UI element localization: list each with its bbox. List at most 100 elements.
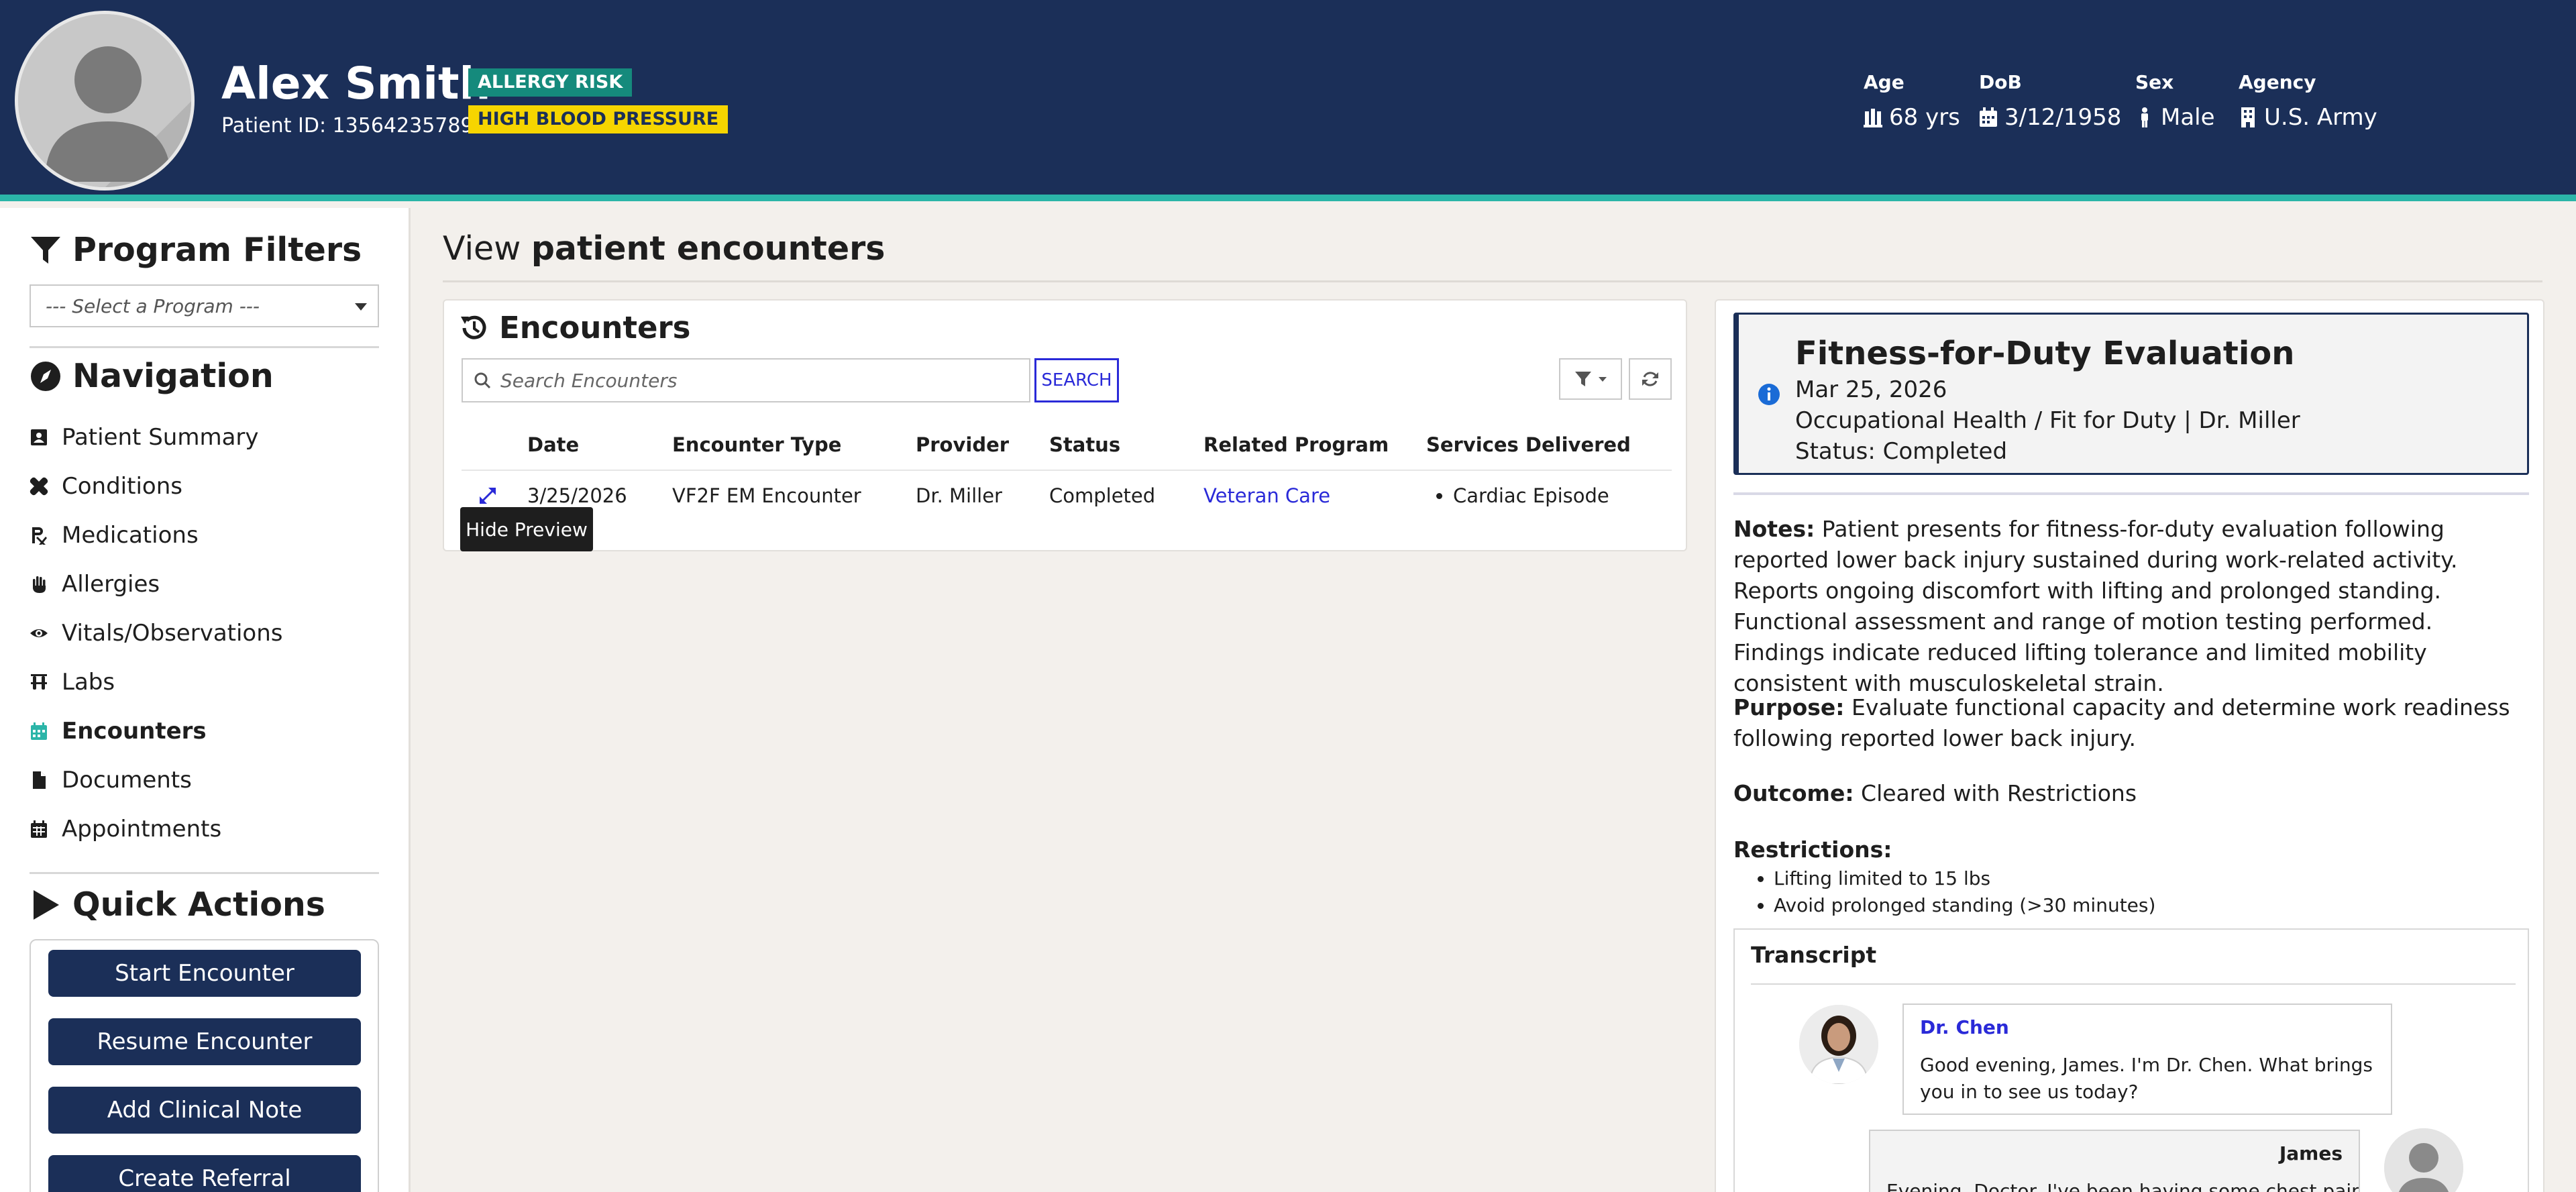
restrictions-label: Restrictions: [1733,836,1892,863]
quick-actions-panel: Start Encounter Resume Encounter Add Cli… [30,939,379,1192]
sidebar-item-labs[interactable]: Labs [30,669,115,696]
filter-icon [31,236,60,264]
sidebar-item-label: Documents [62,767,192,794]
search-button[interactable]: SEARCH [1034,358,1119,402]
create-referral-button[interactable]: Create Referral [48,1155,361,1192]
age-label: Age [1864,71,1904,93]
sex-value: Male [2161,104,2215,131]
sidebar: Program Filters --- Select a Program ---… [0,208,411,1192]
resume-encounter-button[interactable]: Resume Encounter [48,1018,361,1065]
cell-status: Completed [1049,484,1156,507]
encounters-title: Encounters [499,310,691,345]
patient-name: Alex Smith [221,58,491,109]
sidebar-item-vitals[interactable]: Vitals/Observations [30,620,283,647]
sidebar-item-documents[interactable]: Documents [30,767,192,794]
sidebar-item-label: Labs [62,669,115,696]
id-card-icon [31,429,47,445]
doctor-portrait-icon [1799,1005,1878,1084]
message-text: Good evening, James. I'm Dr. Chen. What … [1920,1054,2373,1103]
dob-label: DoB [1979,71,2022,93]
age-value: 68 yrs [1889,104,1960,131]
message-text: Evening, Doctor. I've been having some c… [1886,1180,2360,1192]
column-header-date[interactable]: Date [527,433,579,456]
doctor-avatar [1799,1005,1878,1084]
preview-date: Mar 25, 2026 [1795,376,1947,403]
program-select-value: --- Select a Program --- [46,294,260,317]
message-speaker: James [2279,1142,2343,1164]
purpose-label: Purpose: [1733,694,1845,720]
column-header-encounter-type[interactable]: Encounter Type [672,433,841,456]
sidebar-item-patient-summary[interactable]: Patient Summary [30,424,259,451]
notes-label: Notes: [1733,516,1815,542]
sidebar-item-medications[interactable]: Medications [30,522,199,549]
encounters-card: Encounters SEARCH Date Encounter Type Pr… [443,299,1687,551]
add-clinical-note-button[interactable]: Add Clinical Note [48,1087,361,1134]
info-icon [1758,384,1780,405]
user-silhouette-icon [2384,1128,2463,1192]
navigation-heading: Navigation [30,357,274,395]
notes-text: Patient presents for fitness-for-duty ev… [1733,516,2458,696]
history-icon [461,315,486,339]
search-input[interactable] [500,369,1024,392]
page-title-prefix: View [443,229,531,268]
program-filters-heading: Program Filters [30,231,362,269]
sidebar-item-label: Appointments [62,816,222,843]
filter-icon [1575,372,1591,386]
file-icon [33,771,46,789]
preview-header: Fitness-for-Duty Evaluation Mar 25, 2026… [1733,313,2529,475]
sidebar-item-appointments[interactable]: Appointments [30,816,221,843]
expand-icon[interactable] [478,486,498,506]
column-header-related-program[interactable]: Related Program [1203,433,1389,456]
page-title-bold: patient encounters [531,229,885,268]
sidebar-divider [30,872,379,874]
navigation-title: Navigation [72,357,274,395]
transcript-panel: Transcript Dr. Chen Good evening, James.… [1733,928,2529,1192]
cell-encounter-type: VF2F EM Encounter [672,484,861,507]
column-header-status[interactable]: Status [1049,433,1120,456]
quick-actions-heading: Quick Actions [30,885,325,924]
outcome-text: Cleared with Restrictions [1861,780,2137,806]
program-filters-title: Program Filters [72,231,362,269]
sidebar-item-label: Allergies [62,571,160,598]
transcript-title: Transcript [1751,942,1877,968]
title-divider [443,280,2542,282]
bandage-icon [30,477,48,496]
male-icon [2141,107,2148,127]
calendar-icon [1980,107,1997,127]
preview-status: Status: Completed [1795,438,2008,465]
sidebar-item-label: Vitals/Observations [62,620,283,647]
preview-outcome: Outcome: Cleared with Restrictions [1733,778,2529,809]
high-blood-pressure-badge: HIGH BLOOD PRESSURE [468,105,729,133]
sidebar-item-allergies[interactable]: Allergies [30,571,160,598]
restriction-item: Avoid prolonged standing (>30 minutes) [1774,892,2529,919]
sidebar-item-encounters[interactable]: Encounters [30,718,207,745]
restrictions-list: Lifting limited to 15 lbs Avoid prolonge… [1733,865,2529,919]
purpose-text: Evaluate functional capacity and determi… [1733,694,2510,751]
preview-title: Fitness-for-Duty Evaluation [1795,335,2295,372]
hide-preview-tooltip: Hide Preview [460,507,593,551]
column-header-services-delivered[interactable]: Services Delivered [1426,433,1631,456]
filter-dropdown-button[interactable] [1559,358,1622,400]
demographic-agency: Agency U.S. Army [2239,71,2377,131]
transcript-message-doctor: Dr. Chen Good evening, James. I'm Dr. Ch… [1902,1004,2392,1115]
search-icon [474,372,491,389]
sidebar-item-label: Patient Summary [62,424,259,451]
column-header-provider[interactable]: Provider [916,433,1009,456]
patient-transcript-avatar [2384,1128,2463,1192]
refresh-button[interactable] [1629,358,1672,400]
eye-icon [30,629,48,637]
outcome-label: Outcome: [1733,780,1854,806]
dob-value: 3/12/1958 [2004,104,2122,131]
cell-services-delivered: Cardiac Episode [1426,484,1609,507]
program-select[interactable]: --- Select a Program --- [30,284,379,327]
demographic-dob: DoB 3/12/1958 [1979,71,2121,131]
sidebar-item-conditions[interactable]: Conditions [30,473,182,500]
calendar-icon [31,722,47,740]
encounter-preview-panel: Fitness-for-Duty Evaluation Mar 25, 2026… [1715,299,2544,1192]
start-encounter-button[interactable]: Start Encounter [48,950,361,997]
related-program-link[interactable]: Veteran Care [1203,484,1330,507]
person-group-icon [1864,109,1882,127]
preview-context: Occupational Health / Fit for Duty | Dr.… [1795,407,2300,434]
preview-notes: Notes: Patient presents for fitness-for-… [1733,514,2529,699]
calendar-grid-icon [31,820,47,838]
